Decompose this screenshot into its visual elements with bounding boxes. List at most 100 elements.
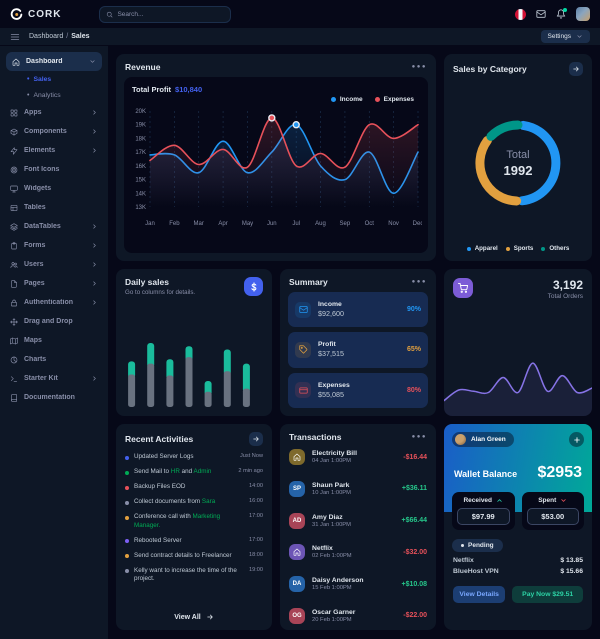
- sidebar-item-datatables[interactable]: DataTables: [0, 217, 108, 236]
- sidebar-item-label: Analytics: [33, 92, 60, 99]
- summary-card: Summary ●●● Income$92,60090%Profit$37,51…: [280, 269, 436, 416]
- total-profit-label: Total Profit: [132, 85, 171, 94]
- search-input[interactable]: [117, 11, 224, 18]
- sidebar-item-analytics[interactable]: •Analytics: [0, 87, 108, 103]
- activity-time: 18:00: [249, 552, 263, 558]
- transaction-amount: +$36.11: [402, 485, 427, 492]
- sidebar-item-pages[interactable]: Pages: [0, 274, 108, 293]
- sidebar-item-components[interactable]: Components: [0, 122, 108, 141]
- revenue-line-chart: 20K19K18K17K16K15K14K13KJanFebMarAprMayJ…: [130, 103, 422, 238]
- total-orders-value: 3,192: [548, 278, 583, 292]
- sidebar-item-widgets[interactable]: Widgets: [0, 179, 108, 198]
- credit-card-icon: [295, 382, 311, 398]
- recent-activities-card: Recent Activities Updated Server LogsJus…: [116, 424, 272, 630]
- wallet-add-button[interactable]: [569, 432, 584, 447]
- transaction-row[interactable]: Netflix02 Feb 1:00PM-$32.00: [289, 544, 427, 560]
- transaction-name: Oscar Garner: [312, 609, 355, 616]
- transactions-title: Transactions: [289, 432, 341, 442]
- sidebar-item-sales[interactable]: •Sales: [0, 71, 108, 87]
- transaction-date: 04 Jan 1:00PM: [312, 458, 357, 464]
- transaction-row[interactable]: Electricity Bill04 Jan 1:00PM-$16.44: [289, 449, 427, 465]
- sidebar-item-label: Tables: [24, 204, 98, 211]
- activity-time: 2 min ago: [238, 468, 263, 474]
- sidebar-item-documentation[interactable]: Documentation: [0, 388, 108, 407]
- sidebar-item-forms[interactable]: Forms: [0, 236, 108, 255]
- activity-time: 17:00: [249, 537, 263, 543]
- sidebar-item-apps[interactable]: Apps: [0, 103, 108, 122]
- legend-sports[interactable]: Sports: [506, 245, 534, 252]
- legend-expenses[interactable]: Expenses: [375, 96, 414, 103]
- sidebar-item-authentication[interactable]: Authentication: [0, 293, 108, 312]
- transaction-date: 02 Feb 1:00PM: [312, 553, 352, 559]
- wallet-user-pill[interactable]: Alan Green: [452, 432, 514, 447]
- total-profit-value: $10,840: [175, 85, 202, 94]
- pay-now-button[interactable]: Pay Now $29.51: [512, 586, 583, 603]
- sales-by-category-card: Sales by Category Total1992 ApparelSport…: [444, 54, 592, 261]
- activity-item: Collect documents from Sara16:00: [125, 498, 263, 507]
- transaction-name: Electricity Bill: [312, 450, 357, 457]
- wallet-item-amount: $ 15.66: [560, 568, 583, 575]
- sidebar-item-charts[interactable]: Charts: [0, 350, 108, 369]
- cart-icon[interactable]: [453, 278, 473, 298]
- table-icon: [10, 204, 18, 212]
- sidebar-item-dashboard[interactable]: Dashboard: [6, 52, 102, 71]
- wallet-balance-label: Wallet Balance: [454, 469, 517, 479]
- legend-others[interactable]: Others: [541, 245, 569, 252]
- sidebar-item-elements[interactable]: Elements: [0, 141, 108, 160]
- pending-badge: Pending: [452, 539, 503, 552]
- sidebar-item-drag-and-drop[interactable]: Drag and Drop: [0, 312, 108, 331]
- sidebar-item-users[interactable]: Users: [0, 255, 108, 274]
- sidebar-item-label: Widgets: [24, 185, 98, 192]
- legend-apparel[interactable]: Apparel: [467, 245, 498, 252]
- breadcrumb-section[interactable]: Dashboard: [29, 33, 63, 40]
- chevron-right-icon: [91, 375, 98, 382]
- summary-percent: 80%: [407, 387, 421, 394]
- sidebar-item-font-icons[interactable]: Font Icons: [0, 160, 108, 179]
- activities-expand-button[interactable]: [249, 432, 263, 446]
- transactions-menu-icon[interactable]: ●●●: [412, 434, 427, 440]
- transaction-name: Netflix: [312, 545, 352, 552]
- notifications-icon[interactable]: [556, 9, 566, 19]
- user-avatar[interactable]: [576, 7, 590, 21]
- sidebar-item-label: Pages: [24, 280, 85, 287]
- map-icon: [10, 337, 18, 345]
- breadcrumb-separator: /: [66, 33, 68, 40]
- received-box[interactable]: Received $97.99: [452, 492, 515, 530]
- breadcrumb: Dashboard / Sales: [29, 33, 90, 40]
- sidebar-item-tables[interactable]: Tables: [0, 198, 108, 217]
- svg-text:Jan: Jan: [145, 221, 155, 227]
- home-icon: [12, 58, 20, 66]
- transaction-row[interactable]: ADAmy Diaz31 Jan 1:00PM+$66.44: [289, 513, 427, 529]
- view-all-link[interactable]: View All: [116, 609, 272, 630]
- view-details-button[interactable]: View Details: [453, 586, 505, 603]
- sidebar-item-label: Dashboard: [26, 58, 83, 65]
- pending-label: Pending: [468, 542, 494, 549]
- spent-box[interactable]: Spent $53.00: [522, 492, 585, 530]
- summary-menu-icon[interactable]: ●●●: [412, 279, 427, 285]
- avatar-initials: DA: [289, 576, 305, 592]
- legend-income[interactable]: Income: [331, 96, 363, 103]
- revenue-menu-icon[interactable]: ●●●: [412, 64, 427, 70]
- dollar-button[interactable]: [244, 277, 263, 296]
- transaction-row[interactable]: SPShaun Park10 Jan 1:00PM+$36.11: [289, 481, 427, 497]
- transaction-name: Shaun Park: [312, 482, 351, 489]
- category-expand-button[interactable]: [569, 62, 583, 76]
- messages-icon[interactable]: [536, 9, 546, 19]
- transaction-row[interactable]: OGOscar Garner20 Feb 1:00PM-$22.00: [289, 608, 427, 624]
- settings-button[interactable]: Settings: [541, 30, 591, 43]
- activity-time: Just Now: [240, 453, 263, 459]
- activity-item: Updated Server LogsJust Now: [125, 453, 263, 462]
- svg-text:Feb: Feb: [169, 221, 180, 227]
- summary-label: Income: [318, 301, 344, 308]
- breadcrumb-page: Sales: [71, 33, 89, 40]
- menu-toggle-icon[interactable]: [10, 32, 20, 42]
- language-flag-icon[interactable]: [515, 9, 526, 20]
- transaction-row[interactable]: DADaisy Anderson15 Feb 1:00PM+$10.08: [289, 576, 427, 592]
- svg-text:Total: Total: [506, 149, 529, 161]
- sidebar-item-starter-kit[interactable]: Starter Kit: [0, 369, 108, 388]
- daily-sales-bar-chart: [116, 333, 272, 416]
- sidebar-item-maps[interactable]: Maps: [0, 331, 108, 350]
- summary-value: $92,600: [318, 309, 344, 318]
- brand[interactable]: CORK: [10, 8, 61, 21]
- svg-text:19K: 19K: [135, 123, 146, 129]
